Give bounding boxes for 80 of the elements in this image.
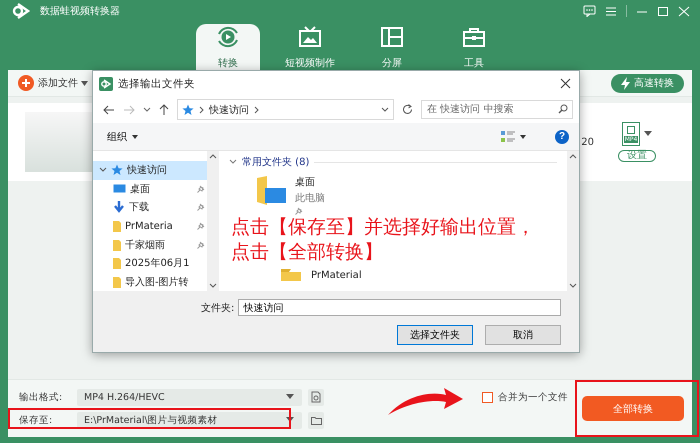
tab[interactable]: 工具 — [442, 24, 506, 70]
dialog-button[interactable]: 取消 — [485, 325, 561, 345]
download-arrow-icon — [113, 201, 125, 214]
menu-icon[interactable] — [605, 6, 617, 16]
nav-item[interactable]: 2025年06月1 — [93, 254, 207, 272]
desktop-folder-icon — [255, 175, 287, 207]
save-path-select[interactable]: E:\PrMaterial\图片与视频素材 — [77, 412, 302, 428]
chevron-down-icon[interactable] — [143, 106, 151, 112]
split-layout-icon — [379, 24, 405, 50]
output-format-label: 输出格式: — [18, 390, 64, 404]
caret-icon — [286, 417, 294, 423]
scroll-up-icon[interactable] — [569, 154, 577, 159]
app-logo-icon — [99, 76, 113, 90]
folder-icon — [113, 276, 121, 288]
scroll-up-icon[interactable] — [209, 154, 217, 159]
view-options-icon[interactable] — [501, 130, 515, 142]
merge-checkbox[interactable] — [482, 392, 493, 403]
caret-icon — [286, 394, 294, 400]
duration-text: 20 — [581, 136, 594, 148]
refresh-icon[interactable] — [402, 104, 413, 115]
up-arrow-icon[interactable] — [159, 104, 169, 116]
photo-placeholder — [25, 112, 95, 172]
save-to-label: 保存至: — [18, 414, 54, 426]
maximize-icon[interactable] — [657, 6, 669, 16]
star-icon — [182, 104, 194, 116]
chevron-right-icon — [199, 106, 204, 114]
tab[interactable]: 转换 — [196, 24, 260, 70]
search-icon — [558, 104, 568, 114]
chevron-down-icon — [229, 159, 237, 165]
chevron-down-icon[interactable] — [381, 106, 389, 112]
merge-label: 合并为一个文件 — [498, 391, 568, 404]
nav-item[interactable]: 快速访问 — [93, 161, 207, 180]
folder-icon — [113, 238, 121, 251]
folder-icon — [113, 257, 121, 270]
folder-icon — [281, 269, 303, 281]
star-icon — [111, 164, 123, 176]
fast-convert-button[interactable]: 高速转换 — [611, 74, 684, 92]
nav-item[interactable]: PrMateria — [93, 216, 207, 236]
section-header[interactable]: 常用文件夹 (8) — [229, 155, 567, 169]
app-title: 数据蛙视频转换器 — [40, 4, 121, 18]
search-field[interactable]: 在 快速访问 中搜索 — [421, 100, 573, 119]
format-settings-button[interactable] — [308, 388, 324, 406]
chevron-right-icon — [254, 106, 259, 114]
tab[interactable]: 短视频制作 — [278, 24, 342, 70]
lightning-icon — [621, 76, 630, 90]
chevron-down-icon — [99, 166, 107, 174]
monitor-icon — [113, 184, 126, 194]
caret-icon — [132, 134, 138, 138]
folder-tile[interactable]: 桌面 此电脑 — [255, 175, 567, 215]
dialog-title: 选择输出文件夹 — [118, 76, 196, 90]
nav-item[interactable]: 千家烟雨 — [93, 235, 207, 254]
scroll-down-icon[interactable] — [569, 283, 577, 288]
nav-item[interactable]: 导入图-图片转 — [93, 272, 207, 291]
folder-field-label: 文件夹: — [201, 302, 234, 314]
organize-menu[interactable]: 组织 — [107, 130, 138, 144]
back-arrow-icon[interactable] — [103, 104, 115, 114]
caret-icon[interactable] — [81, 80, 88, 86]
address-bar[interactable]: 快速访问 — [177, 99, 394, 120]
dialog-button[interactable]: 选择文件夹 — [397, 325, 473, 345]
nav-item[interactable]: 桌面 — [93, 180, 207, 198]
tv-icon — [297, 24, 323, 50]
caret-icon[interactable] — [520, 134, 526, 138]
add-file-button[interactable]: 添加文件 — [18, 75, 78, 91]
folder-icon — [113, 220, 121, 232]
annotation-text: 点击【保存至】并选择好输出位置，点击【全部转换】 — [231, 215, 536, 265]
folder-tile[interactable]: PrMaterial — [281, 267, 567, 281]
caret-icon[interactable] — [644, 131, 652, 137]
tab[interactable]: 分屏 — [360, 24, 424, 70]
folder-input-field[interactable]: 快速访问 — [238, 299, 561, 316]
output-format-select[interactable]: MP4 H.264/HEVC — [77, 388, 302, 406]
nav-item[interactable]: 下载 — [93, 198, 207, 217]
breadcrumb-item[interactable]: 快速访问 — [209, 102, 249, 116]
help-button[interactable]: ? — [555, 130, 569, 144]
plus-icon — [18, 75, 34, 91]
app-logo-icon — [12, 2, 30, 20]
chat-icon[interactable] — [583, 5, 596, 17]
folder-icon — [310, 416, 322, 424]
scroll-down-icon[interactable] — [209, 283, 217, 288]
open-folder-button[interactable] — [308, 412, 324, 428]
close-icon[interactable] — [560, 78, 571, 89]
